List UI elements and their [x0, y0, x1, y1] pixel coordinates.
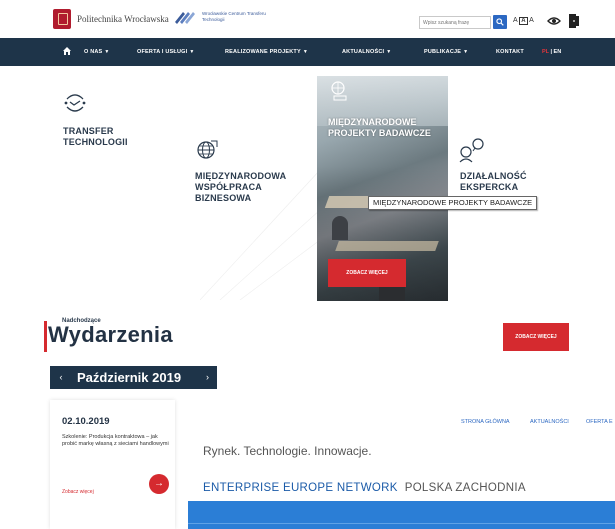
een-nav-bar — [188, 501, 615, 529]
next-month-button[interactable]: › — [198, 366, 217, 389]
eye-icon[interactable] — [547, 16, 561, 26]
research-icon — [331, 81, 347, 101]
hover-tooltip: MIĘDZYNARODOWE PROJEKTY BADAWCZE — [368, 196, 538, 210]
university-name[interactable]: Politechnika Wrocławska — [77, 14, 169, 24]
event-card[interactable]: 02.10.2019 Szkolenie: Produkcja kontrakt… — [50, 400, 175, 529]
events-more-button[interactable]: ZOBACZ WIĘCEJ — [503, 323, 569, 351]
font-default-button[interactable]: A — [519, 17, 528, 25]
events-title: Wydarzenia — [48, 322, 173, 347]
month-navigator: ‹ Październik 2019 › — [50, 366, 217, 389]
prev-month-button[interactable]: ‹ — [50, 366, 72, 389]
wctt-logo-icon[interactable] — [173, 8, 199, 26]
arrow-right-icon[interactable]: → — [149, 474, 169, 494]
nav-item-oferta[interactable]: OFERTA I USŁUGI ▼ — [137, 49, 195, 55]
globe-icon[interactable] — [195, 138, 219, 162]
month-label: Październik 2019 — [77, 370, 182, 385]
search-input[interactable] — [419, 16, 491, 29]
een-heading: ENTERPRISE EUROPE NETWORK POLSKA ZACHODN… — [203, 482, 526, 494]
site-header: Politechnika Wrocławska Wrocławskie Cent… — [0, 0, 615, 38]
chevron-down-icon: ▼ — [189, 49, 195, 55]
nav-item-projekty[interactable]: REALIZOWANE PROJEKTY ▼ — [225, 49, 308, 55]
nav-item-o-nas[interactable]: O NAS ▼ — [84, 49, 110, 55]
chevron-down-icon: ▼ — [302, 49, 308, 55]
chevron-down-icon: ▼ — [386, 49, 392, 55]
nav-item-kontakt[interactable]: KONTAKT — [496, 49, 524, 55]
chevron-down-icon: ▼ — [463, 49, 469, 55]
breadcrumb-oferta[interactable]: OFERTA E — [586, 419, 613, 425]
lang-pl-link[interactable]: PL — [542, 49, 549, 55]
main-navigation: O NAS ▼ OFERTA I USŁUGI ▼ REALIZOWANE PROJ… — [0, 38, 615, 66]
breadcrumb-home[interactable]: STRONA GŁÓWNA — [461, 419, 510, 425]
featured-more-button[interactable]: ZOBACZ WIĘCEJ — [328, 259, 406, 287]
home-icon[interactable] — [63, 47, 71, 55]
een-tagline: Rynek. Technologie. Innowacje. — [203, 444, 372, 458]
event-more-link[interactable]: Zobacz więcej — [62, 489, 94, 495]
search-icon — [496, 18, 504, 26]
een-nav-divider — [188, 523, 615, 524]
font-size-controls[interactable]: A A A — [513, 17, 534, 25]
lang-en-link[interactable]: EN — [554, 49, 562, 55]
featured-tile-title[interactable]: MIĘDZYNARODOWE PROJEKTY BADAWCZE — [328, 117, 448, 139]
consultation-icon[interactable] — [458, 138, 486, 164]
nav-item-aktualnosci[interactable]: AKTUALNOŚCI ▼ — [342, 49, 391, 55]
font-larger-button[interactable]: A — [529, 17, 534, 24]
chevron-down-icon: ▼ — [104, 49, 110, 55]
tile-transfer-technologii[interactable]: TRANSFER TECHNOLOGII — [63, 126, 153, 148]
handshake-icon[interactable] — [63, 93, 87, 113]
breadcrumb-aktualnosci[interactable]: AKTUALNOŚCI — [530, 419, 569, 425]
font-smaller-button[interactable]: A — [513, 17, 517, 24]
exit-door-icon[interactable] — [569, 14, 579, 28]
tile-miedzynarodowa-wspolpraca[interactable]: MIĘDZYNARODOWA WSPÓŁPRACA BIZNESOWA — [195, 171, 305, 204]
center-name[interactable]: Wrocławskie Centrum Transferu Technologi… — [202, 11, 272, 23]
events-accent-bar — [44, 321, 47, 352]
event-date: 02.10.2019 — [62, 416, 110, 427]
page: Politechnika Wrocławska Wrocławskie Cent… — [0, 0, 615, 529]
search-button[interactable] — [493, 15, 507, 29]
tile-dzialalnosc-ekspercka[interactable]: DZIAŁALNOŚĆ EKSPERCKA — [460, 171, 560, 193]
university-logo[interactable] — [53, 9, 71, 29]
language-switcher: PL | EN — [542, 49, 561, 55]
event-description[interactable]: Szkolenie: Produkcja kontraktowa – jak p… — [62, 434, 170, 448]
nav-item-publikacje[interactable]: PUBLIKACJE ▼ — [424, 49, 468, 55]
